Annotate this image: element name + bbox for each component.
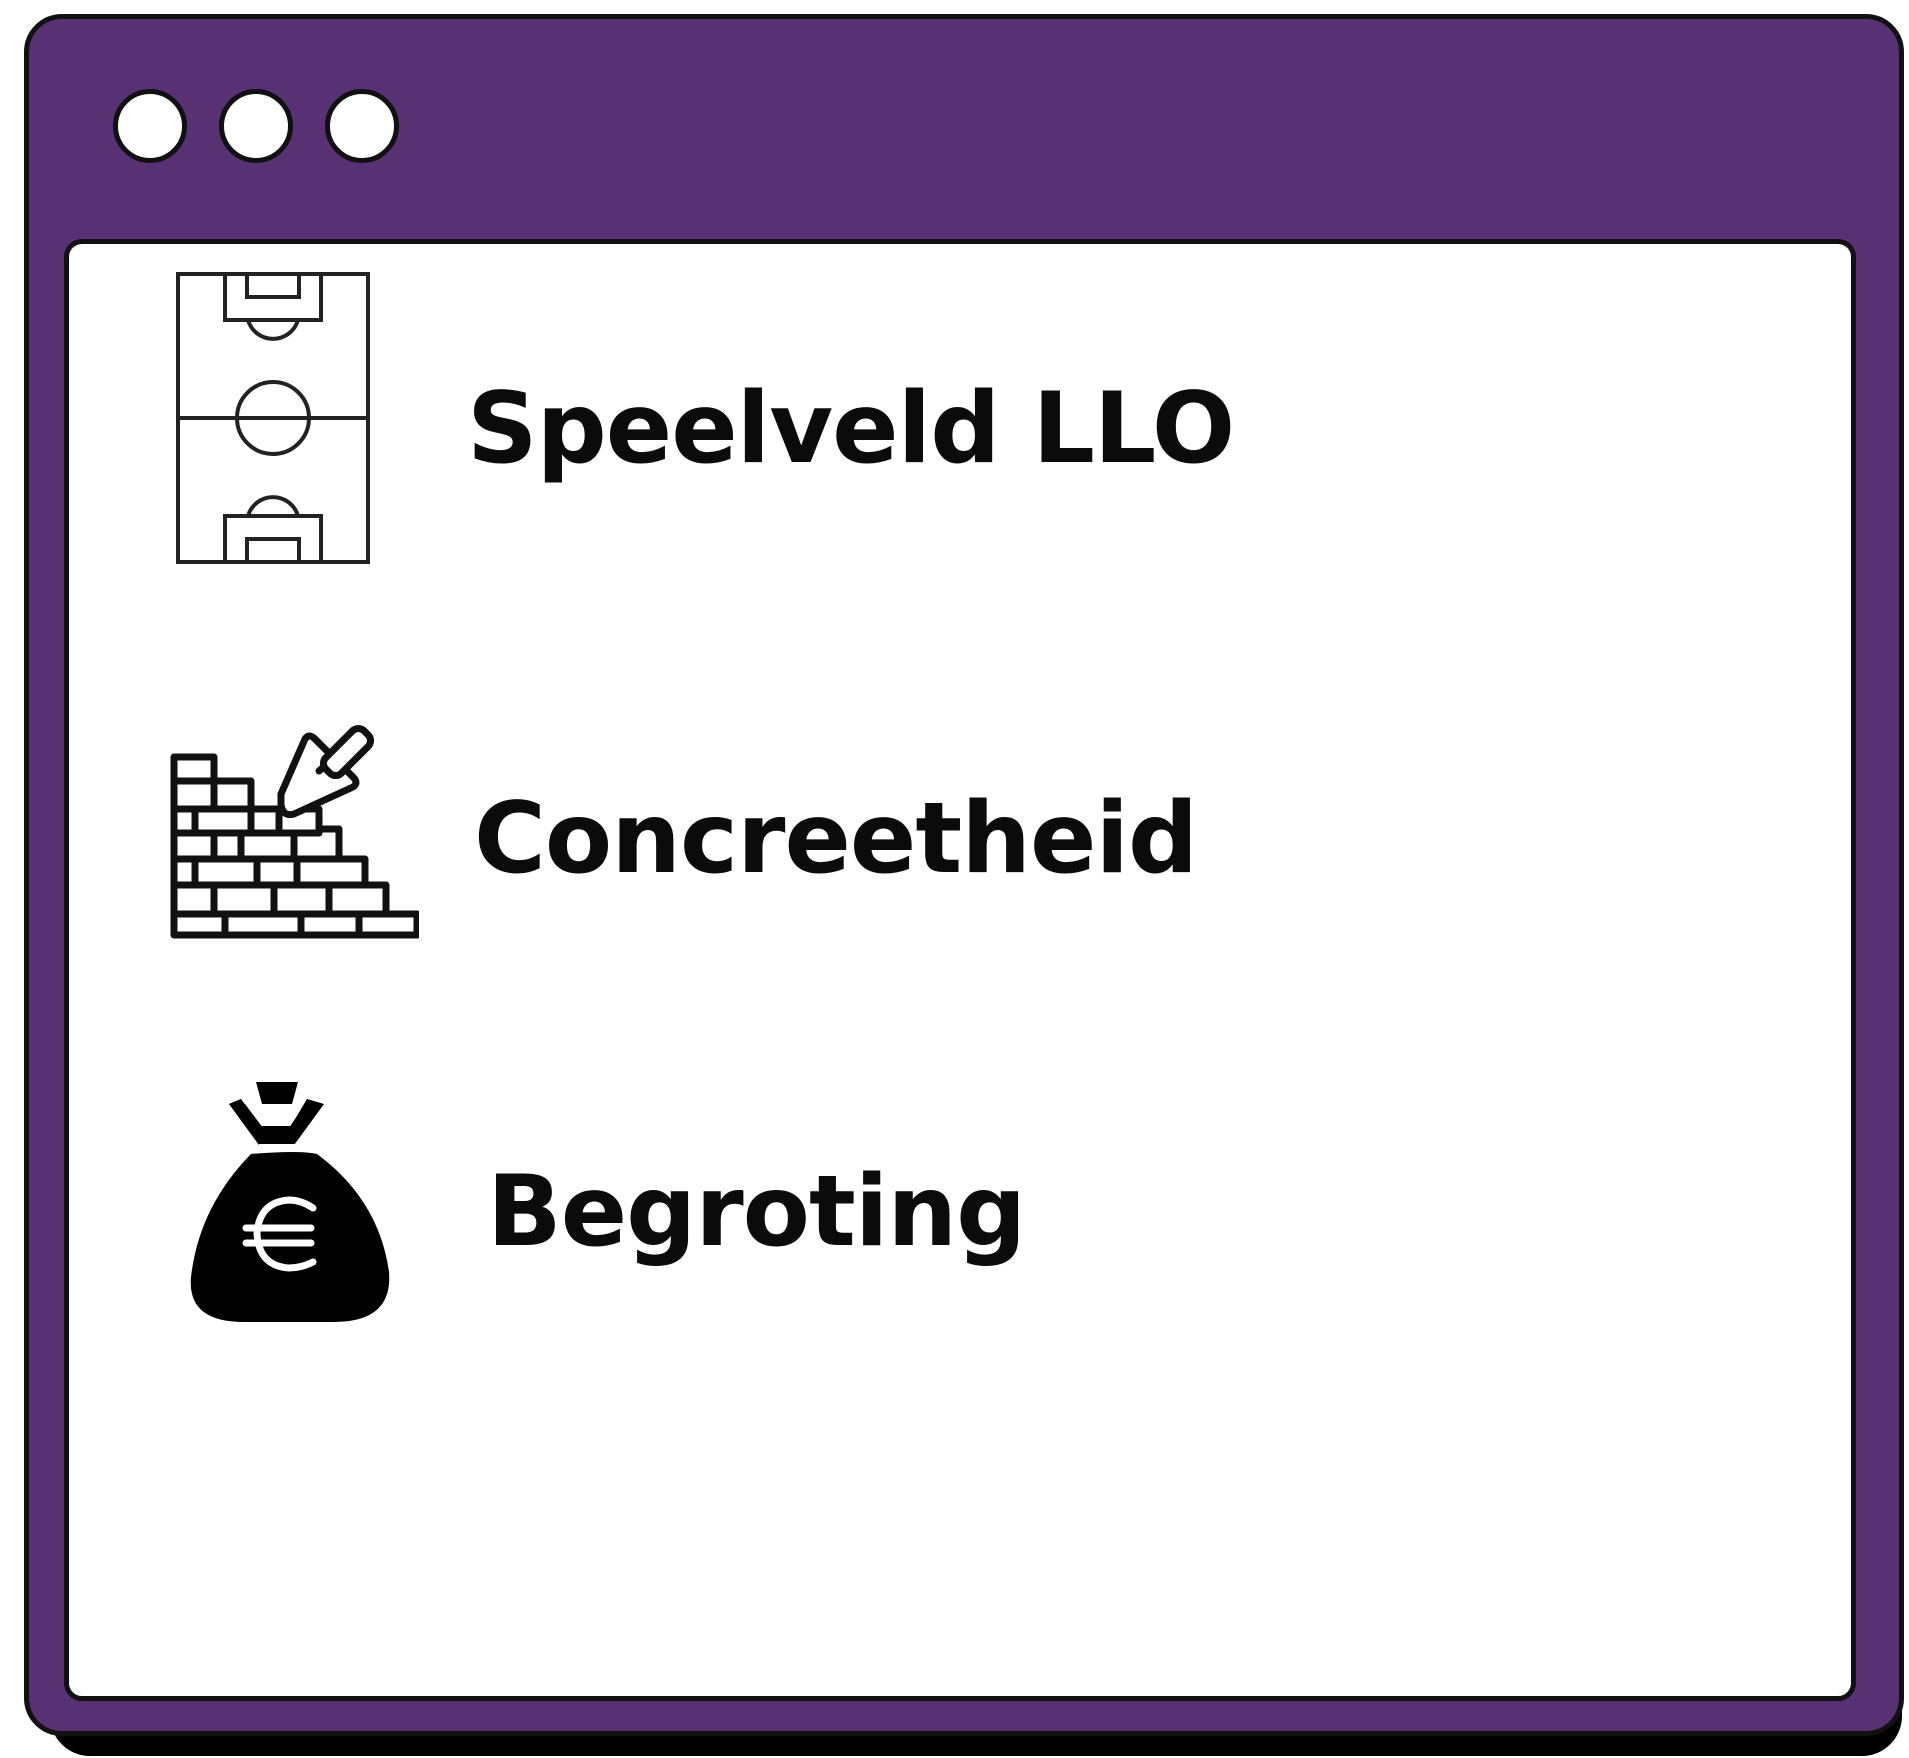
content-panel: Speelveld LLO Concreetheid Begroting [64,239,1856,1701]
list-item-concreetheid[interactable]: Concreetheid [474,774,1198,904]
brick-wall-trowel-icon [170,724,419,939]
window-dot-1[interactable] [113,89,187,163]
list-item-begroting[interactable]: Begroting [487,1147,1026,1277]
window-dot-2[interactable] [219,89,293,163]
app-window: Speelveld LLO Concreetheid Begroting [24,14,1904,1736]
euro-money-bag-icon [190,1082,390,1322]
window-controls [113,89,399,163]
list-item-speelveld[interactable]: Speelveld LLO [467,364,1235,494]
soccer-field-icon [176,272,370,564]
item-label: Speelveld LLO [467,372,1235,486]
item-label: Begroting [487,1155,1026,1269]
item-label: Concreetheid [474,782,1198,896]
window-dot-3[interactable] [325,89,399,163]
